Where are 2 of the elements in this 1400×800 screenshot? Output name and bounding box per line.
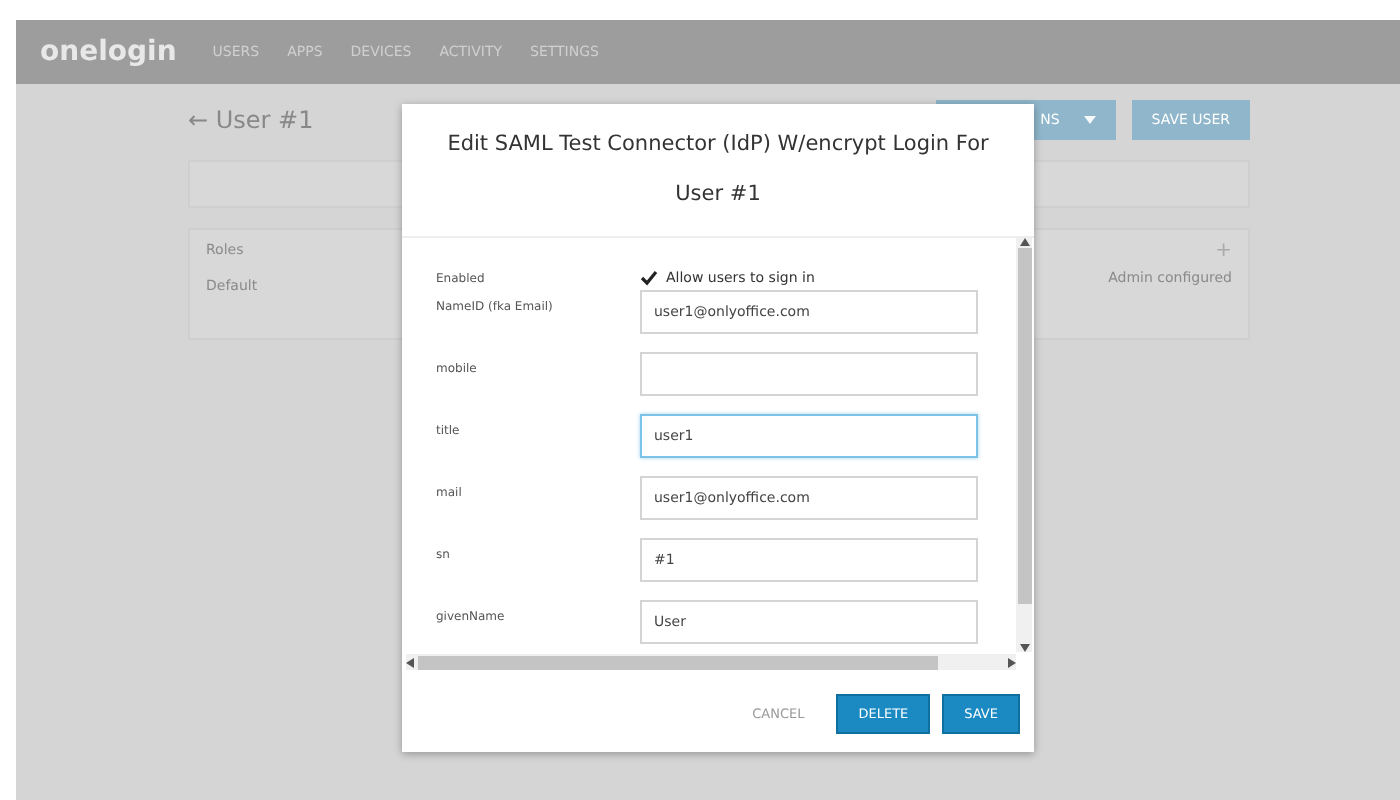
modal-title: Edit SAML Test Connector (IdP) W/encrypt Login For User #1 xyxy=(402,104,1034,238)
page-title: ← User #1 xyxy=(188,106,314,134)
